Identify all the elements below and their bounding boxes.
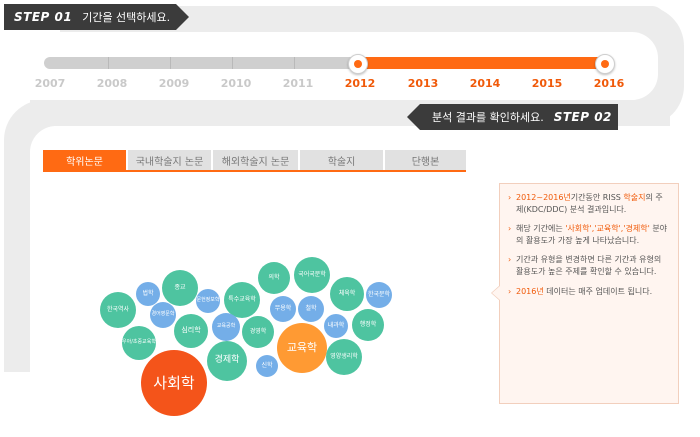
year-label-2016[interactable]: 2016 [589, 77, 629, 90]
year-label-2007[interactable]: 2007 [30, 77, 70, 90]
bubble-dance[interactable]: 무용학 [270, 296, 296, 322]
bubble-religion[interactable]: 종교 [162, 270, 198, 306]
year-slider-selected-range [357, 57, 607, 69]
bubble-nutrition-physiology[interactable]: 영양생리학 [326, 339, 362, 375]
arrow-right-icon: › [508, 193, 512, 202]
info-item: › 기간과 유형을 변경하면 다른 기간과 유형의 활용도가 높은 주제를 확인… [508, 254, 670, 277]
bubble-philosophy[interactable]: 철학 [298, 296, 324, 322]
bubble-educational-technology[interactable]: 교육공학 [212, 313, 240, 341]
step1-label: STEP 01 [14, 10, 73, 24]
bubble-internal-medicine[interactable]: 내과학 [324, 314, 348, 338]
tab-book[interactable]: 단행본 [385, 150, 466, 170]
year-label-2008[interactable]: 2008 [92, 77, 132, 90]
step1-text: 기간을 선택하세요. [82, 11, 171, 24]
info-top-subjects: '사회학','교육학','경제학' [565, 224, 650, 234]
tab-journal[interactable]: 학술지 [300, 150, 383, 170]
info-period: 2012~2016년 [516, 193, 571, 202]
bubble-physical-education[interactable]: 체육학 [330, 277, 364, 311]
bubble-business[interactable]: 경영학 [242, 316, 274, 348]
year-label-2013[interactable]: 2013 [403, 77, 443, 90]
tab-dissertation[interactable]: 학위논문 [43, 150, 126, 170]
info-update-year: 2016년 [516, 286, 544, 296]
bubble-medicine[interactable]: 의학 [258, 262, 290, 294]
bubble-theology[interactable]: 신학 [256, 355, 278, 377]
info-item: › 2016년 데이터는 매주 업데이트 됩니다. [508, 286, 670, 298]
info-text: 데이터는 매주 업데이트 됩니다. [543, 286, 653, 296]
step2-text: 분석 결과를 확인하세요. [432, 111, 544, 124]
info-text: 기간동안 RISS [570, 193, 624, 202]
year-tick [170, 57, 171, 69]
bubble-economics[interactable]: 경제학 [207, 341, 247, 381]
bubble-public-administration[interactable]: 행정학 [352, 309, 384, 341]
info-text: 기간과 유형을 변경하면 다른 기간과 유형의 활용도가 높은 주제를 확인할 … [516, 255, 662, 276]
bubble-psychology[interactable]: 심리학 [174, 314, 208, 348]
bubble-korean-history[interactable]: 한국역사 [100, 292, 136, 328]
year-label-2009[interactable]: 2009 [154, 77, 194, 90]
tab-underline [43, 170, 466, 172]
bubble-early-childhood-education[interactable]: 우아/초중교육학 [122, 326, 156, 360]
year-label-2015[interactable]: 2015 [527, 77, 567, 90]
bubble-korean-literature[interactable]: 국어국문학 [294, 257, 330, 293]
arrow-right-icon: › [508, 224, 512, 234]
year-label-2012[interactable]: 2012 [340, 77, 380, 90]
analysis-info-box: › 2012~2016년기간동안 RISS 학술지의 주제(KDC/DDC) 분… [491, 183, 679, 404]
info-text: 해당 기간에는 [516, 224, 566, 234]
bubble-library-science[interactable]: 문헌정보학 [196, 289, 220, 313]
year-tick [108, 57, 109, 69]
tab-foreign-journal-paper[interactable]: 해외학술지 논문 [213, 150, 298, 170]
info-item: › 해당 기간에는 '사회학','교육학','경제학' 분야의 활용도가 가장 … [508, 223, 670, 246]
bubble-sociology[interactable]: 사회학 [141, 350, 207, 416]
step2-label: STEP 02 [553, 110, 612, 124]
step2-banner: 분석 결과를 확인하세요. STEP 02 [407, 104, 618, 130]
year-label-2014[interactable]: 2014 [465, 77, 505, 90]
info-item: › 2012~2016년기간동안 RISS 학술지의 주제(KDC/DDC) 분… [508, 192, 670, 215]
bubble-korean-literature-2[interactable]: 한국문학 [366, 282, 392, 308]
arrow-right-icon: › [508, 255, 512, 265]
tab-domestic-journal-paper[interactable]: 국내학술지 논문 [128, 150, 211, 170]
slider-end-handle[interactable] [595, 54, 615, 74]
bubble-english-literature[interactable]: 경어영문학 [150, 302, 176, 328]
bubble-education[interactable]: 교육학 [277, 323, 327, 373]
year-label-2010[interactable]: 2010 [216, 77, 256, 90]
year-label-2011[interactable]: 2011 [278, 77, 318, 90]
arrow-right-icon: › [508, 286, 512, 296]
info-type: 학술지 [623, 193, 646, 202]
slider-start-handle[interactable] [348, 54, 368, 74]
step1-banner: STEP 01 기간을 선택하세요. [4, 4, 189, 30]
year-tick [232, 57, 233, 69]
year-tick [294, 57, 295, 69]
